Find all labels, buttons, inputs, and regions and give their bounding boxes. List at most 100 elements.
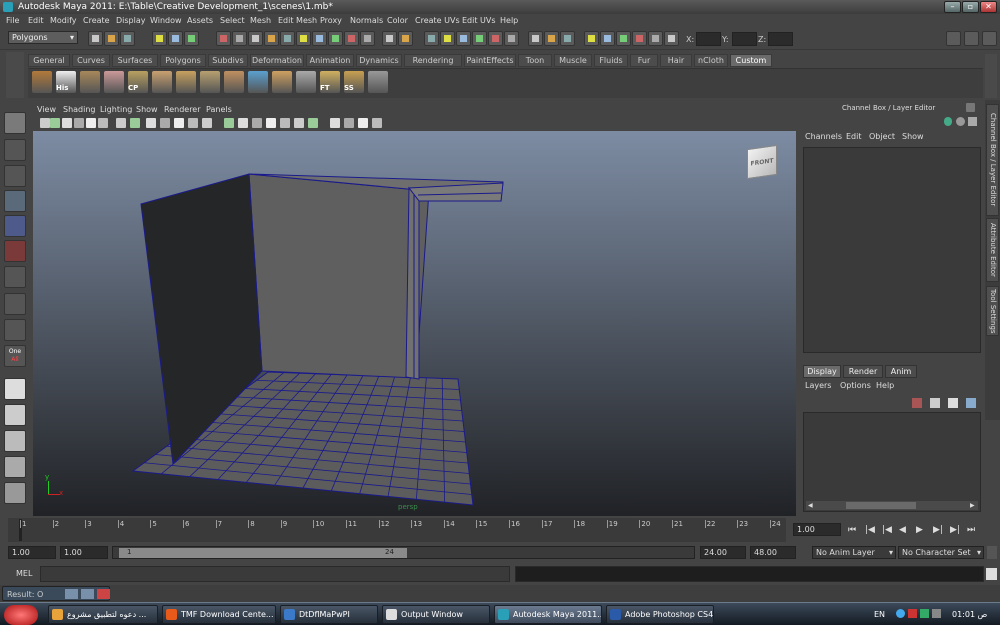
- shelf-tool-9-icon[interactable]: [224, 71, 244, 93]
- status-line-icon-4[interactable]: [152, 31, 167, 46]
- status-line-icon-19[interactable]: [424, 31, 439, 46]
- viewport-menu-panels[interactable]: Panels: [206, 105, 232, 114]
- status-line-icon-5[interactable]: [168, 31, 183, 46]
- anim-layer-dropdown[interactable]: No Anim Layer ▾: [812, 546, 896, 559]
- shelf-menu-handle[interactable]: [6, 52, 24, 98]
- status-line-icon-11[interactable]: [280, 31, 295, 46]
- move-tool-icon[interactable]: [4, 190, 26, 212]
- move-up-layer-icon[interactable]: [948, 398, 958, 408]
- channel-key-icon[interactable]: [944, 117, 952, 126]
- status-line-icon-20[interactable]: [440, 31, 455, 46]
- shelf-tab-painteffects[interactable]: PaintEffects: [464, 54, 516, 67]
- playback-end-field[interactable]: 24.00: [700, 546, 746, 559]
- restore-icon[interactable]: [65, 589, 78, 599]
- layer-tab-display[interactable]: Display: [803, 365, 841, 378]
- shelf-tool-11-icon[interactable]: [272, 71, 292, 93]
- z-input[interactable]: [768, 32, 793, 46]
- shelf-tab-curves[interactable]: Curves: [72, 54, 110, 67]
- viewport-tool-5-icon[interactable]: [86, 118, 96, 128]
- shelf-tab-hair[interactable]: Hair: [660, 54, 692, 67]
- outliner-layout-icon[interactable]: [4, 430, 26, 452]
- menu-modify[interactable]: Modify: [50, 16, 77, 25]
- current-frame-field[interactable]: 1.00: [793, 523, 841, 536]
- channel-box-close-icon[interactable]: [966, 103, 975, 112]
- four-view-layout-icon[interactable]: [4, 404, 26, 426]
- maximize-small-icon[interactable]: [81, 589, 94, 599]
- side-tab-3[interactable]: Tool Settings: [986, 286, 999, 336]
- menu-mesh[interactable]: Mesh: [250, 16, 271, 25]
- taskbar-item-4[interactable]: Output Window: [382, 605, 490, 624]
- layer-menu-help[interactable]: Help: [876, 381, 894, 390]
- shelf-tool-3-icon[interactable]: [80, 71, 100, 93]
- taskbar-item-6[interactable]: Adobe Photoshop CS4: [606, 605, 714, 624]
- maximize-button[interactable]: ▫: [962, 1, 979, 13]
- shelf-scroll[interactable]: [985, 54, 997, 98]
- viewport-tool-13-icon[interactable]: [202, 118, 212, 128]
- layer-menu-options[interactable]: Options: [840, 381, 871, 390]
- layer-list-scrollbar[interactable]: ◀ ▶: [806, 501, 978, 510]
- shelf-tab-subdivs[interactable]: Subdivs: [208, 54, 248, 67]
- show-hide-modeling-toolkit-icon[interactable]: [946, 31, 961, 46]
- menu-edit-uvs[interactable]: Edit UVs: [462, 16, 496, 25]
- viewport-tool-16-icon[interactable]: [252, 118, 262, 128]
- status-line-icon-25[interactable]: [528, 31, 543, 46]
- status-line-icon-13[interactable]: [312, 31, 327, 46]
- taskbar-item-2[interactable]: TMF Download Cente...: [162, 605, 276, 624]
- menu-create[interactable]: Create: [83, 16, 110, 25]
- status-line-icon-28[interactable]: [584, 31, 599, 46]
- viewport-tool-22-icon[interactable]: [344, 118, 354, 128]
- playback-button-7[interactable]: ▶|: [950, 525, 960, 535]
- taskbar-item-5[interactable]: Autodesk Maya 2011...: [494, 605, 602, 624]
- shelf-tab-fluids[interactable]: Fluids: [594, 54, 628, 67]
- shelf-tab-fur[interactable]: Fur: [630, 54, 658, 67]
- viewport-tool-23-icon[interactable]: [358, 118, 368, 128]
- side-tab-2[interactable]: Attribute Editor: [986, 218, 999, 282]
- playback-button-4[interactable]: ◀: [899, 525, 906, 535]
- viewport-tool-3-icon[interactable]: [62, 118, 72, 128]
- shelf-tab-deformation[interactable]: Deformation: [250, 54, 304, 67]
- character-set-dropdown[interactable]: No Character Set ▾: [898, 546, 984, 559]
- status-line-icon-22[interactable]: [472, 31, 487, 46]
- channel-speed-icon[interactable]: [956, 117, 965, 126]
- viewport-tool-21-icon[interactable]: [330, 118, 340, 128]
- rotate-tool-icon[interactable]: [4, 215, 26, 237]
- menu-create-uvs[interactable]: Create UVs: [415, 16, 460, 25]
- channel-box-menu-edit[interactable]: Edit: [846, 132, 862, 141]
- viewport-tool-8-icon[interactable]: [130, 118, 140, 128]
- tray-icon-2[interactable]: [908, 609, 917, 618]
- status-line-icon-30[interactable]: [616, 31, 631, 46]
- menu-help[interactable]: Help: [500, 16, 518, 25]
- channel-box-menu-show[interactable]: Show: [902, 132, 924, 141]
- viewport-tool-15-icon[interactable]: [238, 118, 248, 128]
- status-line-icon-21[interactable]: [456, 31, 471, 46]
- shelf-tab-ncloth[interactable]: nCloth: [694, 54, 728, 67]
- viewport-menu-lighting[interactable]: Lighting: [100, 105, 132, 114]
- status-line-icon-16[interactable]: [360, 31, 375, 46]
- auto-key-icon[interactable]: [987, 546, 997, 559]
- perspective-viewport[interactable]: FRONT y x persp: [33, 131, 796, 516]
- viewport-tool-1-icon[interactable]: [40, 118, 50, 128]
- status-line-icon-18[interactable]: [398, 31, 413, 46]
- layer-list[interactable]: ◀ ▶: [803, 412, 981, 512]
- status-line-icon-32[interactable]: [648, 31, 663, 46]
- scale-tool-icon[interactable]: [4, 240, 26, 262]
- viewport-menu-show[interactable]: Show: [136, 105, 158, 114]
- status-line-icon-17[interactable]: [382, 31, 397, 46]
- status-line-icon-7[interactable]: [216, 31, 231, 46]
- menu-proxy[interactable]: Proxy: [320, 16, 342, 25]
- lasso-tool-icon[interactable]: [4, 139, 26, 161]
- range-slider-bar[interactable]: [119, 548, 407, 558]
- soft-modification-icon[interactable]: [4, 293, 26, 315]
- shelf-tab-dynamics[interactable]: Dynamics: [356, 54, 402, 67]
- status-line-icon-10[interactable]: [264, 31, 279, 46]
- status-line-icon-2[interactable]: [104, 31, 119, 46]
- shelf-tool-4-icon[interactable]: [104, 71, 124, 93]
- playback-button-5[interactable]: ▶: [916, 525, 923, 535]
- range-slider[interactable]: 1 24: [112, 546, 695, 559]
- close-button[interactable]: ✕: [980, 1, 997, 13]
- viewport-tool-24-icon[interactable]: [372, 118, 382, 128]
- tray-icon-4[interactable]: [932, 609, 941, 618]
- y-input[interactable]: [732, 32, 757, 46]
- shelf-tab-toon[interactable]: Toon: [518, 54, 552, 67]
- hypershade-layout-icon[interactable]: [4, 482, 26, 504]
